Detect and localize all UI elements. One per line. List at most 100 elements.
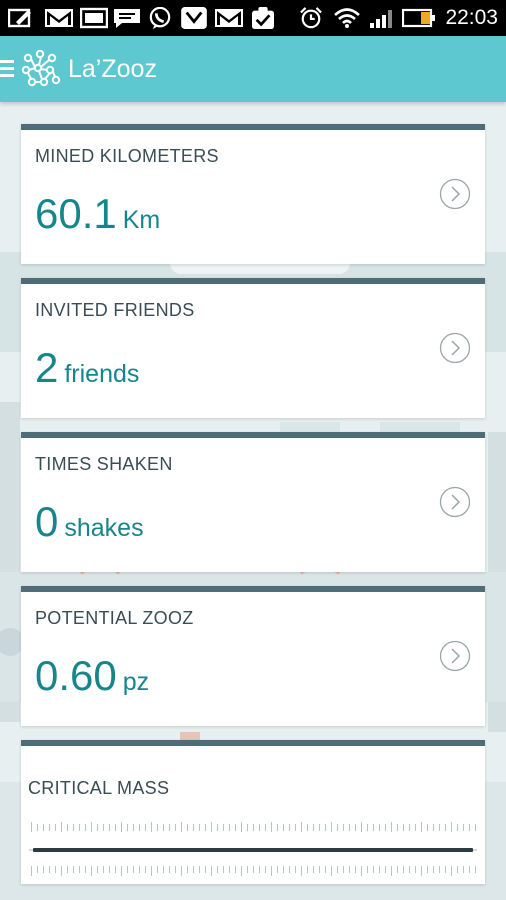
ruler-tick <box>175 866 176 873</box>
ruler-tick <box>307 824 308 831</box>
ruler-tick <box>469 824 470 831</box>
ruler-tick <box>277 824 278 831</box>
ruler-tick <box>301 866 302 876</box>
card-value: 0.60 pz <box>35 652 149 700</box>
alarm-icon <box>300 7 322 29</box>
ruler-tick <box>97 824 98 831</box>
ruler-tick <box>367 866 368 873</box>
ruler-tick <box>379 866 380 873</box>
ruler-tick <box>151 822 152 832</box>
ruler-tick <box>355 866 356 873</box>
lazooz-logo-icon[interactable] <box>20 50 62 90</box>
ruler-tick <box>457 824 458 831</box>
status-time: 22:03 <box>445 6 498 29</box>
chevron-right-icon[interactable] <box>439 332 471 364</box>
ruler-tick <box>223 866 224 873</box>
times-shaken-card[interactable]: TIMES SHAKEN 0 shakes <box>21 432 485 572</box>
image-icon <box>80 7 108 29</box>
mined-kilometers-card[interactable]: MINED KILOMETERS 60.1 Km <box>21 124 485 264</box>
ruler-tick <box>397 824 398 831</box>
ruler-tick <box>331 866 332 876</box>
ruler-tick <box>223 824 224 831</box>
ruler-tick <box>475 824 476 831</box>
ruler-tick <box>373 824 374 831</box>
card-value: 2 friends <box>35 344 139 392</box>
ruler-tick <box>115 824 116 831</box>
invited-friends-card[interactable]: INVITED FRIENDS 2 friends <box>21 278 485 418</box>
ruler-tick <box>421 866 422 876</box>
ruler-tick <box>217 824 218 831</box>
ruler-tick <box>295 824 296 831</box>
ruler-tick <box>205 824 206 831</box>
ruler-tick <box>421 822 422 832</box>
card-value-unit: Km <box>122 206 161 234</box>
card-value-number: 60.1 <box>35 190 117 237</box>
battery-icon <box>402 8 435 28</box>
hamburger-menu-icon[interactable] <box>0 58 16 80</box>
ruler-tick <box>409 824 410 831</box>
potential-zooz-card[interactable]: POTENTIAL ZOOZ 0.60 pz <box>21 586 485 726</box>
ruler-tick <box>163 824 164 831</box>
chevron-right-icon[interactable] <box>439 486 471 518</box>
ruler-tick <box>265 866 266 873</box>
ruler-tick <box>283 824 284 831</box>
status-bar: 22:03 <box>0 0 506 36</box>
ruler-tick <box>391 866 392 876</box>
ruler-ticks-top <box>31 822 476 832</box>
card-value-unit: pz <box>122 668 150 696</box>
critical-mass-progress-bar <box>33 848 473 852</box>
ruler-tick <box>205 866 206 873</box>
ruler-tick <box>385 866 386 873</box>
ruler-tick <box>445 824 446 831</box>
ruler-tick <box>463 824 464 831</box>
card-label: TIMES SHAKEN <box>35 454 173 474</box>
ruler-tick <box>73 824 74 831</box>
ruler-tick <box>181 822 182 832</box>
ruler-tick <box>337 866 338 873</box>
ruler-tick <box>283 866 284 873</box>
ruler-tick <box>235 824 236 831</box>
chevron-right-icon[interactable] <box>439 178 471 210</box>
critical-mass-ruler <box>29 822 477 876</box>
wifi-icon <box>334 8 360 28</box>
critical-mass-label: CRITICAL MASS <box>28 778 170 798</box>
ruler-tick <box>343 866 344 873</box>
ruler-tick <box>475 866 476 873</box>
critical-mass-card: CRITICAL MASS <box>21 740 485 884</box>
card-value-unit: shakes <box>64 514 144 542</box>
ruler-tick <box>427 866 428 873</box>
card-value-number: 2 <box>35 344 59 391</box>
app-bar: La’Zooz <box>0 36 506 102</box>
chevron-right-icon[interactable] <box>439 640 471 672</box>
ruler-tick <box>103 824 104 831</box>
ruler-tick <box>193 866 194 873</box>
ruler-tick <box>241 866 242 876</box>
ruler-tick <box>157 866 158 873</box>
ruler-tick <box>145 866 146 873</box>
ruler-tick <box>451 822 452 832</box>
ruler-tick <box>337 824 338 831</box>
ruler-tick <box>313 824 314 831</box>
ruler-tick <box>361 866 362 876</box>
card-label: MINED KILOMETERS <box>35 146 219 166</box>
ruler-tick <box>235 866 236 873</box>
ruler-tick <box>67 824 68 831</box>
ruler-tick <box>271 822 272 832</box>
ruler-tick <box>271 866 272 876</box>
ruler-tick <box>31 822 32 832</box>
ruler-ticks-bottom <box>31 866 476 876</box>
ruler-tick <box>253 824 254 831</box>
ruler-tick <box>55 824 56 831</box>
ruler-tick <box>307 866 308 873</box>
card-value-number: 0 <box>35 498 59 545</box>
ruler-tick <box>199 824 200 831</box>
ruler-tick <box>355 824 356 831</box>
ruler-tick <box>169 824 170 831</box>
ruler-tick <box>445 866 446 873</box>
ruler-tick <box>361 822 362 832</box>
ruler-tick <box>109 824 110 831</box>
ruler-tick <box>157 824 158 831</box>
clipboard-check-icon <box>252 7 274 29</box>
ruler-tick <box>325 824 326 831</box>
ruler-tick <box>463 866 464 873</box>
